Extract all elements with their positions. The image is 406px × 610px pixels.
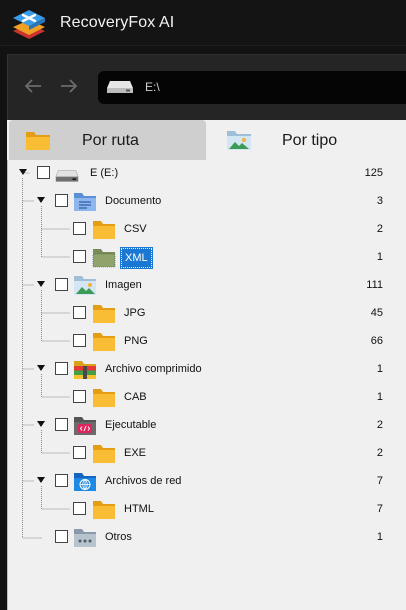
archive-folder-icon: [74, 361, 96, 379]
tree-row-count: 1: [376, 531, 383, 543]
tree-row-label: Otros: [105, 531, 132, 543]
tree-row-count: 45: [370, 307, 383, 319]
folder-icon: [92, 249, 116, 268]
row-checkbox[interactable]: [73, 334, 86, 347]
tree-row-png[interactable]: PNG 66: [8, 329, 406, 353]
tree-row-count: 1: [376, 391, 383, 403]
expand-toggle[interactable]: [37, 477, 45, 483]
tree-row-label: Documento: [105, 195, 162, 207]
row-checkbox[interactable]: [55, 278, 68, 291]
tree-row-count: 111: [366, 279, 383, 291]
tree-row-label: Archivo comprimido: [105, 363, 202, 375]
tree-row-archivo-comprimido[interactable]: Archivo comprimido 1: [8, 357, 406, 381]
forward-button[interactable]: [56, 73, 82, 99]
row-checkbox[interactable]: [55, 530, 68, 543]
app-title: RecoveryFox AI: [60, 14, 175, 31]
folder-icon: [93, 333, 115, 351]
address-path: E:\: [145, 80, 160, 94]
row-checkbox[interactable]: [55, 194, 68, 207]
expand-toggle[interactable]: [37, 281, 45, 287]
row-checkbox[interactable]: [55, 474, 68, 487]
tree-row-label: PNG: [124, 335, 148, 347]
title-bar: RecoveryFox AI: [0, 0, 406, 46]
expand-toggle[interactable]: [37, 365, 45, 371]
tree-row-label: JPG: [124, 307, 146, 319]
tab-por-ruta[interactable]: Por ruta: [9, 120, 206, 160]
row-checkbox[interactable]: [37, 166, 50, 179]
tree-row-label: Archivos de red: [105, 475, 182, 487]
back-button[interactable]: [20, 73, 46, 99]
tree-row-count: 1: [376, 251, 383, 263]
tree-row-label: Imagen: [105, 279, 142, 291]
tree-row-documento[interactable]: Documento 3: [8, 189, 406, 213]
file-type-tree: E (E:) 125 Documento 3 CSV 2 XML 1 Image…: [7, 160, 406, 610]
tree-row-count: 1: [376, 363, 383, 375]
address-bar[interactable]: E:\: [98, 71, 406, 104]
view-tabs: Por ruta Por tipo: [7, 120, 406, 160]
tree-row-label: E (E:): [90, 167, 119, 179]
tree-row-count: 125: [364, 167, 383, 179]
tab-label: Por tipo: [282, 132, 338, 149]
tree-row-count: 3: [376, 195, 383, 207]
tree-row-cab[interactable]: CAB 1: [8, 385, 406, 409]
arrow-left-icon: [24, 79, 41, 93]
tree-row-html[interactable]: HTML 7: [8, 497, 406, 521]
document-folder-icon: [74, 193, 96, 211]
folder-icon: [93, 389, 115, 407]
tree-row-count: 2: [376, 419, 383, 431]
arrow-right-icon: [61, 79, 78, 93]
web-folder-icon: [74, 473, 96, 491]
tab-por-tipo[interactable]: Por tipo: [206, 120, 406, 160]
tree-row-otros[interactable]: Otros 1: [8, 525, 406, 549]
row-checkbox[interactable]: [55, 362, 68, 375]
other-folder-icon: [74, 529, 96, 547]
tree-row-exe[interactable]: EXE 2: [8, 441, 406, 465]
tree-row-csv[interactable]: CSV 2: [8, 217, 406, 241]
folder-icon: [93, 305, 115, 323]
expand-toggle[interactable]: [19, 169, 27, 175]
row-checkbox[interactable]: [73, 222, 86, 235]
tree-row-label: HTML: [124, 503, 154, 515]
image-folder-icon: [227, 131, 251, 150]
navigation-bar: E:\: [7, 54, 406, 120]
drive-icon: [107, 81, 133, 93]
row-checkbox[interactable]: [73, 250, 86, 263]
executable-folder-icon: [74, 417, 96, 435]
expand-toggle[interactable]: [37, 197, 45, 203]
tree-row-count: 2: [376, 223, 383, 235]
row-checkbox[interactable]: [55, 418, 68, 431]
tree-row-label: EXE: [124, 447, 147, 459]
tree-row-imagen[interactable]: Imagen 111: [8, 273, 406, 297]
tree-row-count: 7: [376, 503, 383, 515]
folder-icon: [93, 445, 115, 463]
tree-row-drive-e[interactable]: E (E:) 125: [8, 161, 406, 185]
folder-icon: [93, 221, 115, 239]
folder-icon: [26, 132, 50, 150]
tree-row-label: CSV: [124, 223, 147, 235]
tab-label: Por ruta: [82, 132, 139, 149]
drive-icon: [55, 170, 79, 182]
row-checkbox[interactable]: [73, 446, 86, 459]
tree-row-label: Ejecutable: [105, 419, 157, 431]
tree-row-label: CAB: [124, 391, 147, 403]
row-checkbox[interactable]: [73, 306, 86, 319]
image-folder-icon: [74, 276, 96, 295]
row-checkbox[interactable]: [73, 502, 86, 515]
tree-row-label: XML: [120, 247, 153, 269]
tree-row-count: 7: [376, 475, 383, 487]
tree-row-count: 2: [376, 447, 383, 459]
tree-row-jpg[interactable]: JPG 45: [8, 301, 406, 325]
tree-row-xml[interactable]: XML 1: [8, 245, 406, 269]
row-checkbox[interactable]: [73, 390, 86, 403]
tree-row-ejecutable[interactable]: Ejecutable 2: [8, 413, 406, 437]
app-logo-icon: [13, 10, 45, 39]
expand-toggle[interactable]: [37, 421, 45, 427]
tree-row-count: 66: [370, 335, 383, 347]
tree-row-archivos-de-red[interactable]: Archivos de red 7: [8, 469, 406, 493]
folder-icon: [93, 501, 115, 519]
